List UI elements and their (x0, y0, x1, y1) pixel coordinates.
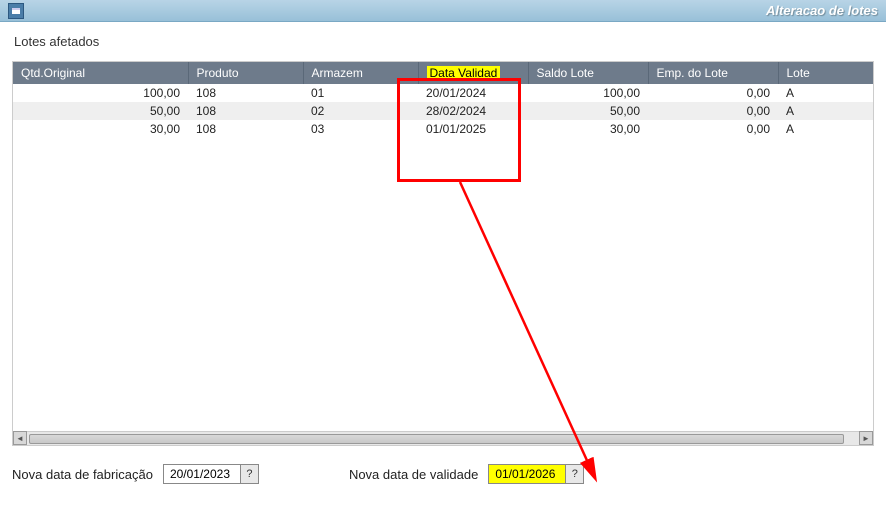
scroll-right-arrow-icon[interactable]: ► (859, 431, 873, 445)
fabricacao-field: Nova data de fabricação ? (12, 464, 259, 484)
fabricacao-input-group: ? (163, 464, 259, 484)
scroll-left-arrow-icon[interactable]: ◄ (13, 431, 27, 445)
horizontal-scrollbar[interactable]: ◄ ► (13, 431, 873, 445)
col-header-produto[interactable]: Produto (188, 62, 303, 84)
highlighted-header-text: Data Validad (427, 66, 501, 80)
table-header-row: Qtd.Original Produto Armazem Data Valida… (13, 62, 873, 84)
window-title: Alteracao de lotes (766, 3, 878, 18)
cell-emp-do-lote[interactable]: 0,00 (648, 102, 778, 120)
cell-saldo-lote[interactable]: 30,00 (528, 120, 648, 138)
cell-lote[interactable]: A (778, 84, 873, 102)
col-header-lote[interactable]: Lote (778, 62, 873, 84)
content-area: Lotes afetados Qtd.Original Produto (0, 22, 886, 454)
validade-date-input[interactable] (488, 464, 566, 484)
lotes-table: Qtd.Original Produto Armazem Data Valida… (13, 62, 873, 138)
validade-lookup-button[interactable]: ? (566, 464, 584, 484)
cell-armazem[interactable]: 02 (303, 102, 418, 120)
col-header-qtd-original[interactable]: Qtd.Original (13, 62, 188, 84)
col-header-data-validad[interactable]: Data Validad (418, 62, 528, 84)
table-container: Qtd.Original Produto Armazem Data Valida… (12, 61, 874, 446)
cell-lote[interactable]: A (778, 102, 873, 120)
window-title-bar: Alteracao de lotes (0, 0, 886, 22)
validade-input-group: ? (488, 464, 584, 484)
cell-produto[interactable]: 108 (188, 120, 303, 138)
validade-field: Nova data de validade ? (349, 464, 584, 484)
cell-data-validad[interactable]: 28/02/2024 (418, 102, 528, 120)
cell-lote[interactable]: A (778, 120, 873, 138)
cell-produto[interactable]: 108 (188, 84, 303, 102)
scrollbar-track[interactable] (27, 431, 859, 445)
section-title: Lotes afetados (12, 30, 874, 53)
table-body: 100,001080120/01/2024100,000,00A50,00108… (13, 84, 873, 138)
fabricacao-label: Nova data de fabricação (12, 467, 153, 482)
table-row[interactable]: 50,001080228/02/202450,000,00A (13, 102, 873, 120)
cell-qtd-original[interactable]: 50,00 (13, 102, 188, 120)
validade-label: Nova data de validade (349, 467, 478, 482)
cell-qtd-original[interactable]: 100,00 (13, 84, 188, 102)
table-row[interactable]: 100,001080120/01/2024100,000,00A (13, 84, 873, 102)
scrollbar-thumb[interactable] (29, 434, 844, 444)
col-header-emp-do-lote[interactable]: Emp. do Lote (648, 62, 778, 84)
cell-emp-do-lote[interactable]: 0,00 (648, 84, 778, 102)
fabricacao-date-input[interactable] (163, 464, 241, 484)
cell-produto[interactable]: 108 (188, 102, 303, 120)
col-header-saldo-lote[interactable]: Saldo Lote (528, 62, 648, 84)
cell-emp-do-lote[interactable]: 0,00 (648, 120, 778, 138)
col-header-armazem[interactable]: Armazem (303, 62, 418, 84)
cell-data-validad[interactable]: 01/01/2025 (418, 120, 528, 138)
cell-armazem[interactable]: 01 (303, 84, 418, 102)
cell-armazem[interactable]: 03 (303, 120, 418, 138)
cell-data-validad[interactable]: 20/01/2024 (418, 84, 528, 102)
window-icon (8, 3, 24, 19)
cell-saldo-lote[interactable]: 50,00 (528, 102, 648, 120)
cell-saldo-lote[interactable]: 100,00 (528, 84, 648, 102)
fabricacao-lookup-button[interactable]: ? (241, 464, 259, 484)
table-scroll-area: Qtd.Original Produto Armazem Data Valida… (13, 62, 873, 432)
bottom-panel: Nova data de fabricação ? Nova data de v… (0, 454, 886, 494)
cell-qtd-original[interactable]: 30,00 (13, 120, 188, 138)
table-row[interactable]: 30,001080301/01/202530,000,00A (13, 120, 873, 138)
